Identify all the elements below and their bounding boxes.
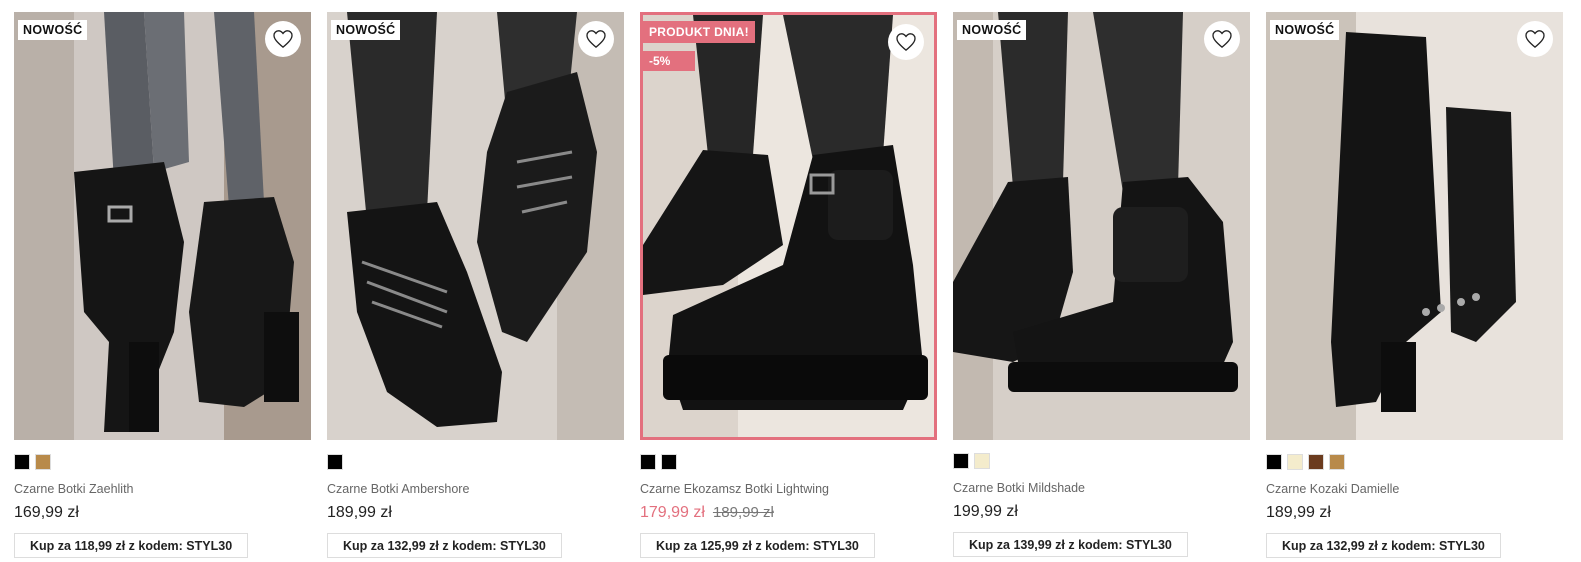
- favorite-button[interactable]: [1204, 21, 1240, 57]
- product-photo: [14, 12, 311, 440]
- price-row: 169,99 zł: [14, 504, 311, 526]
- new-badge: NOWOŚĆ: [1270, 20, 1340, 40]
- color-swatches: [640, 454, 937, 470]
- new-badge: NOWOŚĆ: [18, 20, 88, 40]
- product-price-sale: 179,99 zł: [640, 504, 705, 521]
- promo-code-box: Kup za 118,99 zł z kodem: STYL30: [14, 533, 249, 558]
- color-swatch-cream[interactable]: [1287, 454, 1303, 470]
- color-swatches: [14, 454, 311, 470]
- product-price-old: 189,99 zł: [712, 504, 774, 521]
- favorite-button[interactable]: [1517, 21, 1553, 57]
- heart-icon: [1212, 30, 1232, 48]
- new-badge: NOWOŚĆ: [331, 20, 401, 40]
- product-card[interactable]: NOWOŚĆ Czarne Botki Mildshade 199,99 zł …: [953, 12, 1250, 558]
- product-image[interactable]: NOWOŚĆ: [953, 12, 1250, 440]
- product-name[interactable]: Czarne Ekozamsz Botki Lightwing: [640, 482, 937, 498]
- color-swatch-black[interactable]: [14, 454, 30, 470]
- price-row: 189,99 zł: [327, 504, 624, 526]
- product-grid: NOWOŚĆ Czarne Botki Zaehlith 169,99 zł K…: [14, 12, 1563, 558]
- promo-code-box: Kup za 132,99 zł z kodem: STYL30: [327, 533, 562, 558]
- price-row: 189,99 zł: [1266, 504, 1563, 526]
- color-swatch-cream[interactable]: [974, 453, 990, 469]
- color-swatch-black[interactable]: [953, 453, 969, 469]
- color-swatch-camel[interactable]: [1329, 454, 1345, 470]
- product-image[interactable]: PRODUKT DNIA! -5%: [640, 12, 937, 440]
- color-swatches: [327, 454, 624, 470]
- product-card[interactable]: NOWOŚĆ Czarne Botki Ambershore 189,99 zł…: [327, 12, 624, 558]
- product-name[interactable]: Czarne Kozaki Damielle: [1266, 482, 1563, 498]
- product-image[interactable]: NOWOŚĆ: [1266, 12, 1563, 440]
- product-price: 199,99 zł: [953, 503, 1018, 520]
- discount-badge: -5%: [643, 51, 695, 71]
- favorite-button[interactable]: [265, 21, 301, 57]
- product-price: 189,99 zł: [327, 504, 392, 521]
- deal-of-the-day-badge: PRODUKT DNIA!: [643, 21, 755, 43]
- product-price: 189,99 zł: [1266, 504, 1331, 521]
- product-image[interactable]: NOWOŚĆ: [14, 12, 311, 440]
- product-card-featured[interactable]: PRODUKT DNIA! -5% Czarne Ekozamsz Botki …: [640, 12, 937, 558]
- product-name[interactable]: Czarne Botki Mildshade: [953, 481, 1250, 497]
- product-name[interactable]: Czarne Botki Zaehlith: [14, 482, 311, 498]
- promo-code-box: Kup za 132,99 zł z kodem: STYL30: [1266, 533, 1501, 558]
- color-swatches: [1266, 454, 1563, 470]
- color-swatch-black[interactable]: [327, 454, 343, 470]
- heart-icon: [273, 30, 293, 48]
- color-swatches: [953, 453, 1250, 469]
- heart-icon: [1525, 30, 1545, 48]
- heart-icon: [586, 30, 606, 48]
- price-row: 179,99 zł 189,99 zł: [640, 504, 937, 526]
- product-name[interactable]: Czarne Botki Ambershore: [327, 482, 624, 498]
- product-price: 169,99 zł: [14, 504, 79, 521]
- color-swatch-black[interactable]: [640, 454, 656, 470]
- promo-code-box: Kup za 139,99 zł z kodem: STYL30: [953, 532, 1188, 557]
- heart-icon: [896, 33, 916, 51]
- favorite-button[interactable]: [888, 24, 924, 60]
- new-badge: NOWOŚĆ: [957, 20, 1027, 40]
- product-image[interactable]: NOWOŚĆ: [327, 12, 624, 440]
- color-swatch-camel[interactable]: [35, 454, 51, 470]
- price-row: 199,99 zł: [953, 503, 1250, 525]
- color-swatch-black[interactable]: [661, 454, 677, 470]
- product-photo: [953, 12, 1250, 440]
- color-swatch-black[interactable]: [1266, 454, 1282, 470]
- promo-code-box: Kup za 125,99 zł z kodem: STYL30: [640, 533, 875, 558]
- product-card[interactable]: NOWOŚĆ Czarne Botki Zaehlith 169,99 zł K…: [14, 12, 311, 558]
- product-photo: [643, 15, 934, 437]
- product-photo: [1266, 12, 1563, 440]
- color-swatch-brown[interactable]: [1308, 454, 1324, 470]
- favorite-button[interactable]: [578, 21, 614, 57]
- product-card[interactable]: NOWOŚĆ Czarne Kozaki Damielle 189,99 zł …: [1266, 12, 1563, 558]
- product-photo: [327, 12, 624, 440]
